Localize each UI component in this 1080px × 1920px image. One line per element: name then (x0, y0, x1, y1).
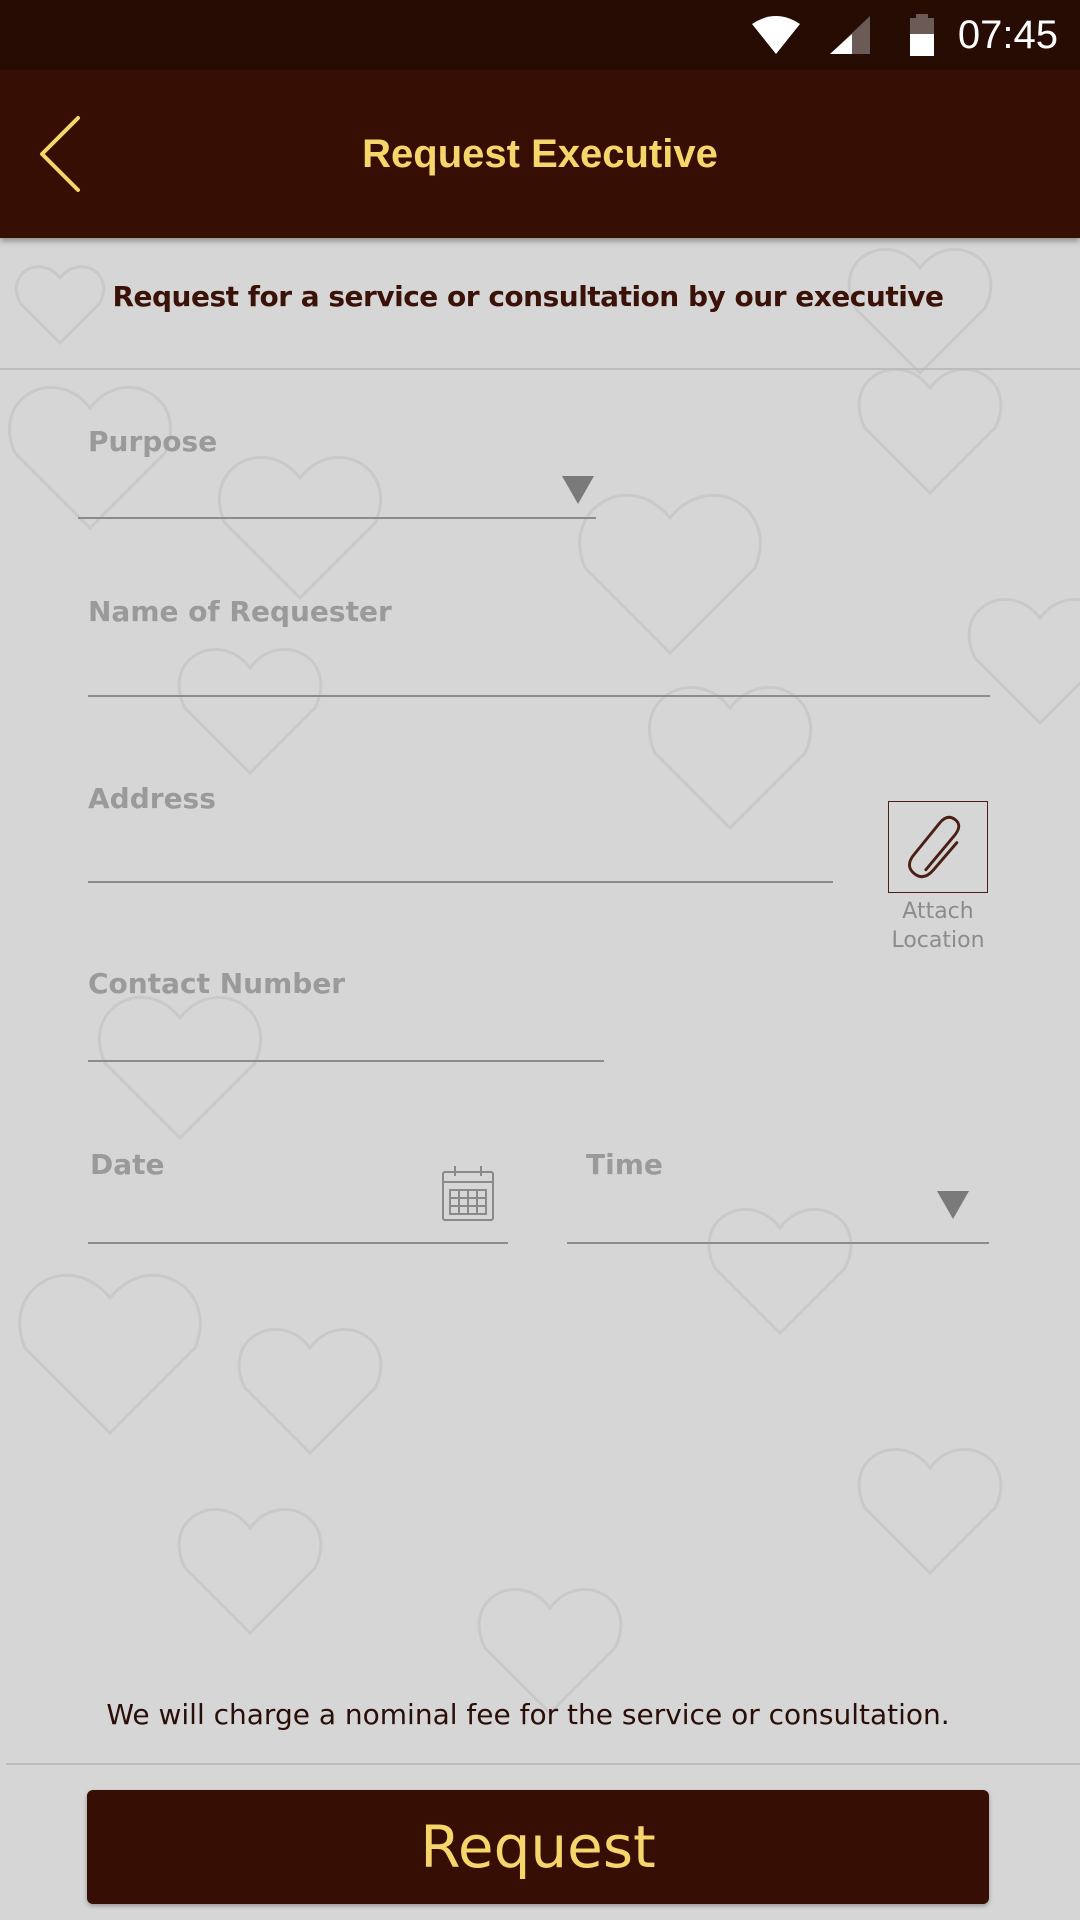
back-button[interactable] (20, 104, 120, 204)
requester-name-label: Name of Requester (88, 595, 392, 628)
battery-icon (910, 14, 934, 56)
contact-number-underline (88, 1060, 604, 1062)
footer-divider (6, 1763, 1080, 1765)
purpose-label: Purpose (88, 425, 218, 458)
time-dropdown[interactable]: Time (567, 1143, 989, 1245)
wifi-icon (752, 16, 800, 54)
address-label: Address (88, 782, 216, 815)
address-field[interactable]: Address (88, 777, 833, 885)
page-subtitle: Request for a service or consultation by… (112, 280, 944, 313)
dropdown-arrow-icon (562, 476, 594, 504)
time-underline (567, 1242, 989, 1244)
time-label: Time (586, 1148, 663, 1181)
purpose-underline (78, 517, 596, 519)
request-button-label: Request (420, 1813, 656, 1881)
date-underline (88, 1242, 508, 1244)
status-time: 07:45 (957, 13, 1058, 57)
purpose-dropdown[interactable]: Purpose (78, 420, 596, 520)
requester-name-underline (88, 695, 990, 697)
contact-number-label: Contact Number (88, 967, 346, 1000)
request-button[interactable]: Request (87, 1790, 989, 1904)
calendar-icon[interactable] (440, 1164, 496, 1224)
attach-location-label: Attach Location (891, 899, 985, 953)
fee-note: We will charge a nominal fee for the ser… (106, 1698, 950, 1731)
address-underline (88, 881, 833, 883)
date-label: Date (90, 1148, 165, 1181)
attach-location-button[interactable] (888, 801, 988, 893)
status-bar: 07:45 (0, 0, 1080, 70)
paperclip-icon (908, 815, 961, 879)
cellular-signal-icon (830, 16, 870, 54)
chevron-left-icon (40, 116, 80, 192)
dropdown-arrow-icon (937, 1191, 969, 1219)
header-divider (0, 368, 1080, 370)
requester-name-field[interactable]: Name of Requester (88, 590, 990, 698)
contact-number-field[interactable]: Contact Number (88, 962, 604, 1064)
app-bar: Request Executive (0, 70, 1080, 238)
page-title: Request Executive (362, 132, 718, 176)
